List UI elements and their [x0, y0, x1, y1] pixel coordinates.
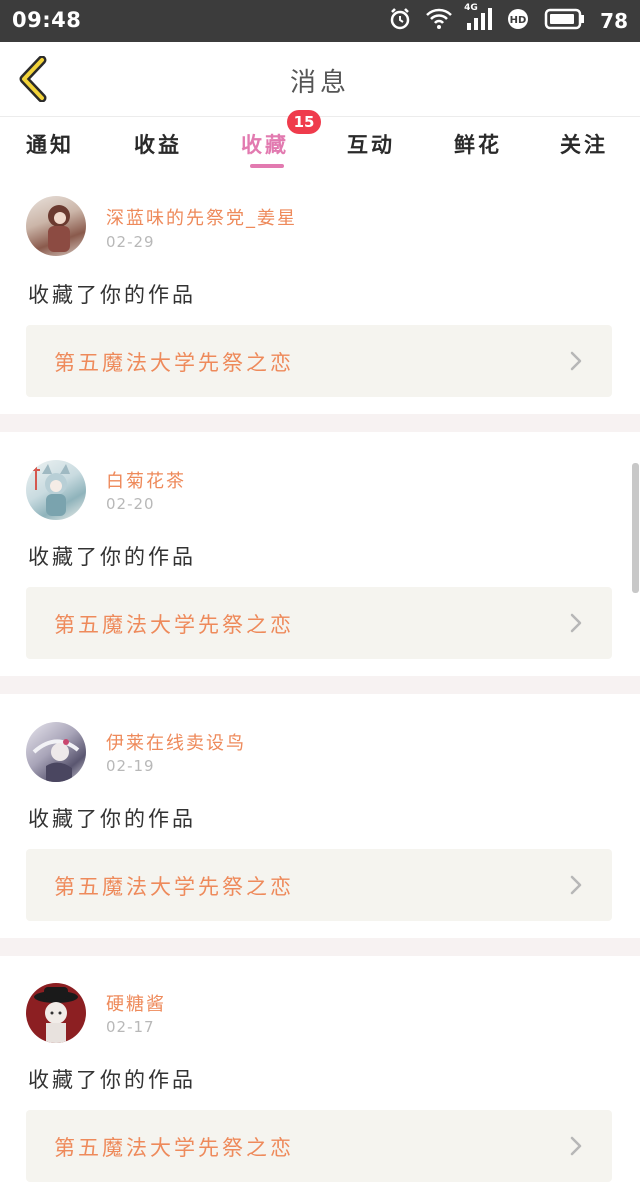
status-bar: 09:48 4G HD 78: [0, 0, 640, 42]
signal-icon: 4G: [464, 3, 493, 35]
message-text: 收藏了你的作品: [28, 807, 196, 831]
avatar[interactable]: [26, 196, 86, 256]
tab-interactions[interactable]: 互动: [347, 129, 395, 159]
message-item: 硬糖酱 02-17 收藏了你的作品 第五魔法大学先祭之恋: [0, 956, 640, 1182]
status-icons: 4G HD 78: [388, 3, 628, 35]
active-tab-indicator: [250, 164, 284, 168]
work-title: 第五魔法大学先祭之恋: [54, 351, 294, 375]
message-date: 02-29: [106, 233, 155, 251]
network-type: 4G: [464, 3, 478, 13]
work-title: 第五魔法大学先祭之恋: [54, 613, 294, 637]
hd-icon: HD: [506, 7, 530, 35]
separator: [0, 938, 640, 956]
message-text: 收藏了你的作品: [28, 545, 196, 569]
tab-follows[interactable]: 关注: [560, 129, 608, 159]
message-item: 白菊花茶 02-20 收藏了你的作品 第五魔法大学先祭之恋: [0, 432, 640, 676]
chevron-right-icon: [570, 875, 582, 895]
chevron-right-icon: [570, 1136, 582, 1156]
message-date: 02-20: [106, 495, 155, 513]
message-date: 02-17: [106, 1018, 155, 1036]
avatar[interactable]: [26, 722, 86, 782]
work-link[interactable]: 第五魔法大学先祭之恋: [26, 587, 612, 659]
tab-favorites[interactable]: 收藏: [241, 129, 289, 159]
wifi-icon: [426, 8, 453, 34]
tab-earnings[interactable]: 收益: [134, 129, 182, 159]
avatar[interactable]: [26, 983, 86, 1043]
avatar[interactable]: [26, 460, 86, 520]
battery-icon: [544, 8, 586, 34]
svg-text:HD: HD: [510, 15, 527, 26]
message-username[interactable]: 伊莱在线卖设鸟: [106, 729, 246, 755]
separator: [0, 414, 640, 432]
work-title: 第五魔法大学先祭之恋: [54, 1136, 294, 1160]
work-link[interactable]: 第五魔法大学先祭之恋: [26, 849, 612, 921]
message-item: 深蓝味的先祭党_姜星 02-29 收藏了你的作品 第五魔法大学先祭之恋: [0, 174, 640, 414]
message-username[interactable]: 硬糖酱: [106, 990, 166, 1016]
battery-level: 78: [600, 9, 628, 33]
tab-flowers[interactable]: 鲜花: [454, 129, 502, 159]
header: 消息: [0, 42, 640, 117]
status-time: 09:48: [12, 8, 82, 32]
favorites-count-badge: 15: [287, 110, 321, 134]
work-link[interactable]: 第五魔法大学先祭之恋: [26, 1110, 612, 1182]
message-username[interactable]: 白菊花茶: [106, 467, 186, 493]
separator: [0, 676, 640, 694]
message-item: 伊莱在线卖设鸟 02-19 收藏了你的作品 第五魔法大学先祭之恋: [0, 694, 640, 938]
alarm-icon: [388, 7, 412, 35]
chevron-right-icon: [570, 351, 582, 371]
chevron-right-icon: [570, 613, 582, 633]
scrollbar[interactable]: [632, 463, 639, 593]
tab-notifications[interactable]: 通知: [26, 129, 74, 159]
page-title: 消息: [289, 68, 350, 98]
message-date: 02-19: [106, 757, 155, 775]
work-title: 第五魔法大学先祭之恋: [54, 875, 294, 899]
message-text: 收藏了你的作品: [28, 1068, 196, 1092]
message-text: 收藏了你的作品: [28, 283, 196, 307]
message-username[interactable]: 深蓝味的先祭党_姜星: [106, 204, 297, 230]
work-link[interactable]: 第五魔法大学先祭之恋: [26, 325, 612, 397]
